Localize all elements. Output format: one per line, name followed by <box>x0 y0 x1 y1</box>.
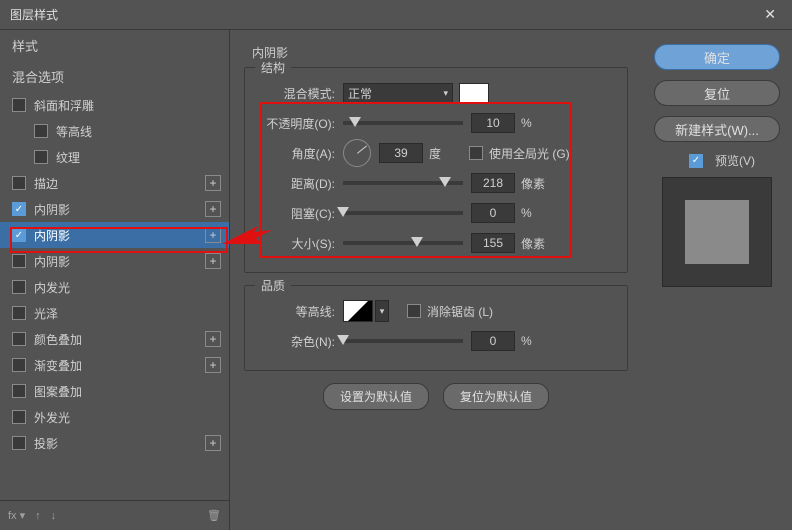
plus-icon[interactable]: + <box>205 201 221 217</box>
angle-input[interactable]: 39 <box>379 143 423 163</box>
antialias-checkbox[interactable] <box>407 304 421 318</box>
global-light-checkbox[interactable] <box>469 146 483 160</box>
opacity-label: 不透明度(O): <box>257 115 335 132</box>
plus-icon[interactable]: + <box>205 435 221 451</box>
distance-input[interactable]: 218 <box>471 173 515 193</box>
preview-thumbnail <box>662 177 772 287</box>
sidebar-item-outer-glow[interactable]: 外发光 <box>0 404 229 430</box>
sidebar-item-pattern-overlay[interactable]: 图案叠加 <box>0 378 229 404</box>
choke-input[interactable]: 0 <box>471 203 515 223</box>
sidebar-header-blend[interactable]: 混合选项 <box>0 61 229 92</box>
sidebar-item-inner-shadow-1[interactable]: ✓内阴影+ <box>0 196 229 222</box>
quality-group: 品质 等高线: ▾ 消除锯齿 (L) 杂色(N): 0 % <box>244 285 628 371</box>
reset-default-button[interactable]: 复位为默认值 <box>443 383 549 410</box>
size-label: 大小(S): <box>257 235 335 252</box>
plus-icon[interactable]: + <box>205 227 221 243</box>
arrow-down-icon[interactable]: ↓ <box>51 510 57 522</box>
opacity-slider[interactable] <box>343 121 463 125</box>
sidebar-item-contour[interactable]: 等高线 <box>0 118 229 144</box>
plus-icon[interactable]: + <box>205 175 221 191</box>
preview-checkbox[interactable]: ✓ <box>689 154 703 168</box>
blend-mode-label: 混合模式: <box>257 85 335 102</box>
trash-icon[interactable]: 🗑 <box>207 509 221 522</box>
blend-mode-select[interactable]: 正常▾ <box>343 83 453 103</box>
arrow-up-icon[interactable]: ↑ <box>35 510 41 522</box>
angle-label: 角度(A): <box>257 145 335 162</box>
cancel-button[interactable]: 复位 <box>654 80 780 106</box>
sidebar-item-inner-glow[interactable]: 内发光 <box>0 274 229 300</box>
preview-label: 预览(V) <box>715 152 755 169</box>
size-input[interactable]: 155 <box>471 233 515 253</box>
noise-label: 杂色(N): <box>257 333 335 350</box>
plus-icon[interactable]: + <box>205 331 221 347</box>
styles-sidebar: 样式 混合选项 斜面和浮雕 等高线 纹理 描边+ ✓内阴影+ ✓内阴影+ 内阴影… <box>0 30 230 530</box>
sidebar-item-bevel[interactable]: 斜面和浮雕 <box>0 92 229 118</box>
sidebar-item-inner-shadow-2[interactable]: ✓内阴影+ <box>0 222 229 248</box>
global-light-label: 使用全局光 (G) <box>489 145 570 162</box>
sidebar-header-styles[interactable]: 样式 <box>0 30 229 61</box>
size-slider[interactable] <box>343 241 463 245</box>
new-style-button[interactable]: 新建样式(W)... <box>654 116 780 142</box>
settings-panel: 内阴影 结构 混合模式: 正常▾ 不透明度(O): 10 % 角度(A): 39… <box>230 30 642 530</box>
antialias-label: 消除锯齿 (L) <box>427 303 493 320</box>
close-icon[interactable]: ✕ <box>758 4 782 25</box>
action-column: 确定 复位 新建样式(W)... ✓ 预览(V) <box>642 30 792 530</box>
sidebar-item-color-overlay[interactable]: 颜色叠加+ <box>0 326 229 352</box>
contour-dropdown[interactable]: ▾ <box>375 300 389 322</box>
ok-button[interactable]: 确定 <box>654 44 780 70</box>
sidebar-item-inner-shadow-3[interactable]: 内阴影+ <box>0 248 229 274</box>
sidebar-item-stroke[interactable]: 描边+ <box>0 170 229 196</box>
fx-menu-icon[interactable]: fx ▾ <box>8 509 25 522</box>
sidebar-item-texture[interactable]: 纹理 <box>0 144 229 170</box>
distance-slider[interactable] <box>343 181 463 185</box>
choke-slider[interactable] <box>343 211 463 215</box>
chevron-down-icon: ▾ <box>443 88 448 99</box>
contour-swatch[interactable] <box>343 300 373 322</box>
window-title: 图层样式 <box>10 6 758 23</box>
choke-label: 阻塞(C): <box>257 205 335 222</box>
distance-label: 距离(D): <box>257 175 335 192</box>
noise-input[interactable]: 0 <box>471 331 515 351</box>
sidebar-item-satin[interactable]: 光泽 <box>0 300 229 326</box>
plus-icon[interactable]: + <box>205 357 221 373</box>
angle-dial[interactable] <box>343 139 371 167</box>
plus-icon[interactable]: + <box>205 253 221 269</box>
sidebar-item-gradient-overlay[interactable]: 渐变叠加+ <box>0 352 229 378</box>
color-swatch[interactable] <box>459 83 489 103</box>
opacity-input[interactable]: 10 <box>471 113 515 133</box>
sidebar-item-drop-shadow[interactable]: 投影+ <box>0 430 229 456</box>
panel-title: 内阴影 <box>252 44 628 61</box>
make-default-button[interactable]: 设置为默认值 <box>323 383 429 410</box>
noise-slider[interactable] <box>343 339 463 343</box>
structure-group: 结构 混合模式: 正常▾ 不透明度(O): 10 % 角度(A): 39 度 使… <box>244 67 628 273</box>
contour-label: 等高线: <box>257 303 335 320</box>
